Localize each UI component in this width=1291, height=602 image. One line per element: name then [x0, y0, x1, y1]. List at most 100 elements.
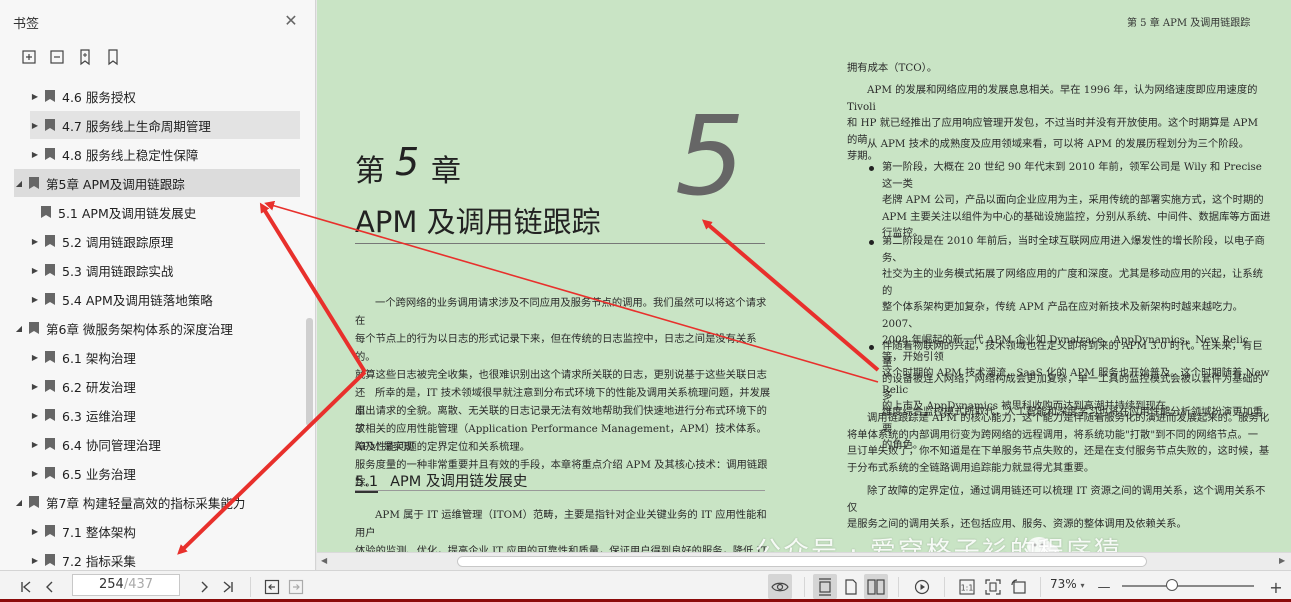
expand-arrow-icon[interactable]: ▶: [30, 266, 40, 275]
text-line: 伴随着物联网的兴起，技术领域也在定义即将到来的 APM 3.0 时代。在未来，有…: [882, 340, 1263, 369]
zoom-out-icon[interactable]: —: [1096, 577, 1112, 597]
bookmark-item[interactable]: ▶ 6.4 协同管理治理: [30, 430, 300, 458]
text-line: 每个节点上的行为以日志的形式记录下来，但在传统的日志监控中，日志之间是没有关系的…: [355, 333, 757, 363]
two-page-icon[interactable]: [866, 577, 886, 597]
text-line: 旦订单失败了，你不知道是在下单服务节点失败的，还是在支付服务节点失败的，这时候，…: [847, 445, 1270, 457]
bookmark-item[interactable]: ▶ 6.2 研发治理: [30, 372, 300, 400]
bookmark-item[interactable]: ▶ 6.3 运维治理: [30, 401, 300, 429]
page-number-input[interactable]: 254/437: [72, 574, 180, 596]
expand-bookmarks-icon[interactable]: [19, 47, 39, 67]
bookmark-item-chapter[interactable]: ◢ 第6章 微服务架构体系的深度治理: [14, 314, 300, 342]
expand-arrow-icon[interactable]: ▶: [30, 440, 40, 449]
text-line: 拥有成本（TCO）。: [847, 62, 938, 74]
collapse-bookmarks-icon[interactable]: [47, 47, 67, 67]
last-page-icon[interactable]: [218, 577, 238, 597]
bookmark-flag-icon: [45, 554, 55, 566]
bookmark-icon[interactable]: [103, 47, 123, 67]
toolbar-separator: [250, 577, 251, 597]
bookmark-flag-icon: [29, 322, 39, 334]
current-page: 254: [98, 577, 124, 592]
bullet-icon: [869, 345, 874, 350]
expand-arrow-icon[interactable]: ▶: [30, 237, 40, 246]
bookmark-flag-icon: [45, 438, 55, 450]
next-page-icon[interactable]: [194, 577, 214, 597]
collapse-arrow-icon[interactable]: ◢: [14, 498, 24, 507]
forward-icon[interactable]: [286, 577, 306, 597]
collapse-arrow-icon[interactable]: ◢: [14, 179, 24, 188]
single-page-icon[interactable]: [841, 577, 861, 597]
expand-arrow-icon[interactable]: ▶: [30, 150, 40, 159]
bookmark-label: 第6章 微服务架构体系的深度治理: [46, 321, 233, 337]
bookmark-item[interactable]: ▶ 5.3 调用链跟踪实战: [30, 256, 300, 284]
bookmark-item-chapter[interactable]: ◢ 第5章 APM及调用链跟踪: [14, 169, 300, 197]
toolbar-separator: [944, 577, 945, 597]
chapter-prefix: 第: [355, 154, 385, 189]
bookmark-item[interactable]: ▶ 4.8 服务线上稳定性保障: [30, 140, 300, 168]
bottom-toolbar: 254/437 1:1 73% ▾ — +: [0, 570, 1291, 602]
scroll-thumb[interactable]: [457, 556, 1147, 567]
expand-arrow-icon[interactable]: ▶: [30, 382, 40, 391]
prev-page-icon[interactable]: [40, 577, 60, 597]
zoom-slider-knob[interactable]: [1166, 579, 1179, 591]
running-header: 第 5 章 APM 及调用链跟踪: [1127, 18, 1251, 29]
bookmark-sidebar: 书签 ✕ ▶ 4.6 服务授权 ▶ 4.7 服务线上生命周期管理 ▶ 4.8 服…: [0, 0, 316, 570]
bookmark-item[interactable]: ▶ 5.4 APM及调用链落地策略: [30, 285, 300, 313]
chapter-rule: [355, 243, 765, 244]
expand-arrow-icon[interactable]: ▶: [30, 121, 40, 130]
text-line: 所幸的是，IT 技术领域很早就注意到分布式环境下的性能及调用关系梳理问题，并发展…: [355, 387, 771, 417]
first-page-icon[interactable]: [16, 577, 36, 597]
bookmark-flag-icon: [29, 177, 39, 189]
horizontal-scrollbar[interactable]: ◀ ▶: [317, 552, 1291, 570]
text-line: 社交为主的业务模式拓展了网络应用的广度和深度。尤其是移动应用的兴起，让系统的: [882, 268, 1263, 297]
add-bookmark-icon[interactable]: [75, 47, 95, 67]
bookmark-item[interactable]: ▶ 7.2 指标采集: [30, 546, 300, 570]
text-line: 的设备被连入网络，网络构成会更加复杂，单一工具的监控模式会被以套件为基础的多: [882, 373, 1263, 402]
back-icon[interactable]: [262, 577, 282, 597]
fit-page-icon[interactable]: [983, 577, 1003, 597]
bullet-paragraph-1: 第一阶段，大概在 20 世纪 90 年代末到 2010 年前，领军公司是 Wil…: [882, 159, 1272, 242]
rotate-icon[interactable]: [1009, 577, 1029, 597]
bookmark-flag-icon: [41, 206, 51, 218]
section-rule: [355, 490, 765, 491]
expand-arrow-icon[interactable]: ▶: [30, 92, 40, 101]
bookmark-flag-icon: [45, 148, 55, 160]
chapter-number: 5: [395, 140, 420, 184]
bookmark-flag-icon: [45, 119, 55, 131]
bookmark-item[interactable]: ▶ 4.7 服务线上生命周期管理: [30, 111, 300, 139]
zoom-in-icon[interactable]: +: [1268, 577, 1284, 597]
bookmark-label: 4.6 服务授权: [62, 89, 136, 105]
expand-arrow-icon[interactable]: ▶: [30, 353, 40, 362]
section-heading: 5.1 APM 及调用链发展史: [355, 470, 527, 493]
bookmark-item[interactable]: ▶ 6.1 架构治理: [30, 343, 300, 371]
sidebar-scrollbar[interactable]: [306, 318, 313, 426]
bookmark-item[interactable]: ▶ 6.5 业务治理: [30, 459, 300, 487]
bookmark-label: 4.8 服务线上稳定性保障: [62, 147, 199, 163]
toolbar-separator: [1040, 577, 1041, 597]
document-view[interactable]: 5 第 5 章 APM 及调用链跟踪 一个跨网络的业务调用请求涉及不同应用及服务…: [317, 0, 1291, 570]
toolbar-separator: [804, 577, 805, 597]
expand-arrow-icon[interactable]: ▶: [30, 295, 40, 304]
play-icon[interactable]: [912, 577, 932, 597]
bookmark-item[interactable]: ▶ 7.1 整体架构: [30, 517, 300, 545]
bookmark-item[interactable]: ▶ 4.6 服务授权: [30, 82, 300, 110]
close-icon[interactable]: ✕: [282, 12, 300, 30]
bookmark-item[interactable]: ▶ 5.2 调用链跟踪原理: [30, 227, 300, 255]
expand-arrow-icon[interactable]: ▶: [30, 527, 40, 536]
expand-arrow-icon[interactable]: ▶: [30, 469, 40, 478]
text-line: 于分布式系统的全链路调用追踪能力就显得尤其重要。: [847, 461, 1095, 474]
bookmark-item[interactable]: 5.1 APM及调用链发展史: [40, 198, 300, 226]
bookmark-label: 5.3 调用链跟踪实战: [62, 263, 174, 279]
eye-icon[interactable]: [770, 577, 790, 597]
bookmark-flag-icon: [45, 235, 55, 247]
text-line: 第一阶段，大概在 20 世纪 90 年代末到 2010 年前，领军公司是 Wil…: [882, 161, 1262, 190]
expand-arrow-icon[interactable]: ▶: [30, 556, 40, 565]
zoom-slider-track[interactable]: [1122, 585, 1254, 587]
actual-size-icon[interactable]: 1:1: [957, 577, 977, 597]
expand-arrow-icon[interactable]: ▶: [30, 411, 40, 420]
bookmark-item-chapter[interactable]: ◢ 第7章 构建轻量高效的指标采集能力: [14, 488, 300, 516]
scroll-right-icon[interactable]: ▶: [1279, 556, 1285, 565]
continuous-page-icon[interactable]: [815, 577, 835, 597]
scroll-left-icon[interactable]: ◀: [321, 556, 327, 565]
collapse-arrow-icon[interactable]: ◢: [14, 324, 24, 333]
zoom-select[interactable]: 73% ▾: [1050, 577, 1085, 591]
